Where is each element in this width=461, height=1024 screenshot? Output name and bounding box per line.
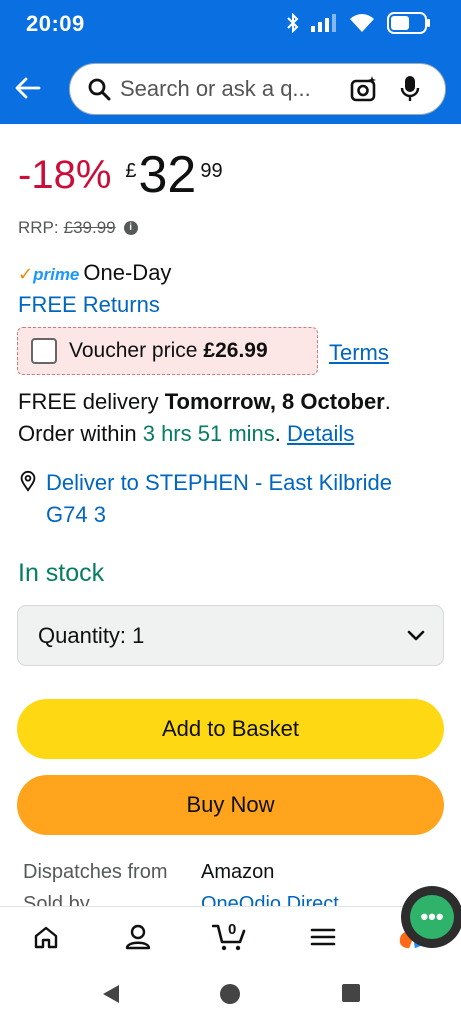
status-bar: 20:09 <box>0 0 461 52</box>
location-pin-icon <box>20 470 36 492</box>
quantity-label: Quantity: 1 <box>38 622 145 648</box>
signal-icon <box>311 14 336 32</box>
price-currency: £ <box>125 160 137 182</box>
sold-by-row: Sold by OneOdio Direct <box>23 893 339 906</box>
order-countdown: 3 hrs 51 mins <box>142 421 275 446</box>
microphone-icon[interactable] <box>396 73 424 105</box>
back-button[interactable] <box>10 70 46 106</box>
deliver-to-link[interactable]: Deliver to STEPHEN - East Kilbride G74 3 <box>18 467 448 531</box>
rrp-label: RRP: <box>18 218 59 237</box>
deliver-to-text: Deliver to STEPHEN - East Kilbride G74 3 <box>46 467 392 531</box>
buy-now-button[interactable]: Buy Now <box>17 775 444 835</box>
voucher-checkbox[interactable] <box>31 338 57 364</box>
nav-basket[interactable]: 0 <box>212 921 248 953</box>
chat-icon: ••• <box>410 895 454 939</box>
price-whole: 32 <box>138 146 197 204</box>
voucher-price: £26.99 <box>203 339 268 362</box>
system-back-icon[interactable] <box>100 983 122 1005</box>
sold-by-label: Sold by <box>23 893 90 906</box>
rrp-row: RRP: £39.99 i <box>18 218 138 238</box>
add-to-basket-button[interactable]: Add to Basket <box>17 699 444 759</box>
deliver-to-line2: G74 3 <box>46 502 106 527</box>
search-bar[interactable] <box>69 63 446 115</box>
back-arrow-icon <box>15 77 41 99</box>
system-home-icon[interactable] <box>219 983 241 1005</box>
info-icon[interactable]: i <box>123 221 138 235</box>
delivery-details-link[interactable]: Details <box>287 421 354 446</box>
hamburger-menu-icon <box>310 928 336 946</box>
price-row: -18% £ 32 99 <box>18 146 223 204</box>
prime-row: ✓ prime One-Day <box>18 260 171 286</box>
cart-count: 0 <box>228 921 237 938</box>
product-buy-box: -18% £ 32 99 RRP: £39.99 i ✓ prime One-D… <box>0 124 461 906</box>
rrp-value: £39.99 <box>63 218 116 237</box>
nav-account[interactable] <box>122 921 154 953</box>
voucher-box[interactable]: Voucher price £26.99 <box>17 327 318 375</box>
delivery-line: FREE delivery Tomorrow, 8 October. <box>18 389 391 415</box>
stock-status: In stock <box>18 559 105 587</box>
nav-home[interactable] <box>30 921 62 953</box>
sold-by-value[interactable]: OneOdio Direct <box>201 893 339 906</box>
voucher-label: Voucher price <box>69 339 198 362</box>
voucher-terms-link[interactable]: Terms <box>329 340 389 366</box>
system-nav-bar <box>0 966 461 1024</box>
order-within-prefix: Order within <box>18 421 137 446</box>
prime-badge: prime <box>33 265 80 284</box>
free-returns-link[interactable]: FREE Returns <box>18 292 160 318</box>
bluetooth-icon <box>287 13 299 33</box>
home-icon <box>34 926 58 949</box>
nav-menu[interactable] <box>307 921 339 953</box>
quantity-dropdown[interactable]: Quantity: 1 <box>17 605 444 666</box>
discount-percent: -18% <box>18 153 112 197</box>
deliver-to-line1: Deliver to STEPHEN - East Kilbride <box>46 470 392 495</box>
delivery-date: Tomorrow, 8 October <box>164 389 385 414</box>
system-recents-icon[interactable] <box>341 983 361 1003</box>
camera-search-icon[interactable] <box>348 73 380 105</box>
dispatches-value: Amazon <box>201 861 275 883</box>
chevron-down-icon <box>407 630 425 640</box>
search-input[interactable] <box>120 76 342 102</box>
order-sep: . <box>274 421 281 446</box>
wifi-icon <box>350 14 374 32</box>
dispatches-from-row: Dispatches from Amazon <box>23 861 274 884</box>
search-icon <box>86 76 112 102</box>
prime-check-icon: ✓ <box>18 264 34 284</box>
order-within-line: Order within 3 hrs 51 mins. Details <box>18 421 354 447</box>
app-header <box>0 52 461 124</box>
status-icons <box>287 12 431 34</box>
user-icon <box>125 924 151 950</box>
battery-icon <box>387 12 430 34</box>
price-fraction: 99 <box>200 160 223 182</box>
status-time: 20:09 <box>26 11 85 36</box>
chat-bubble-button[interactable]: ••• <box>401 886 461 948</box>
delivery-prefix: FREE delivery <box>18 389 159 414</box>
one-day-label: One-Day <box>83 260 172 285</box>
delivery-suffix: . <box>384 389 391 414</box>
dispatches-label: Dispatches from <box>23 861 168 883</box>
bottom-nav: 0 <box>0 906 461 966</box>
